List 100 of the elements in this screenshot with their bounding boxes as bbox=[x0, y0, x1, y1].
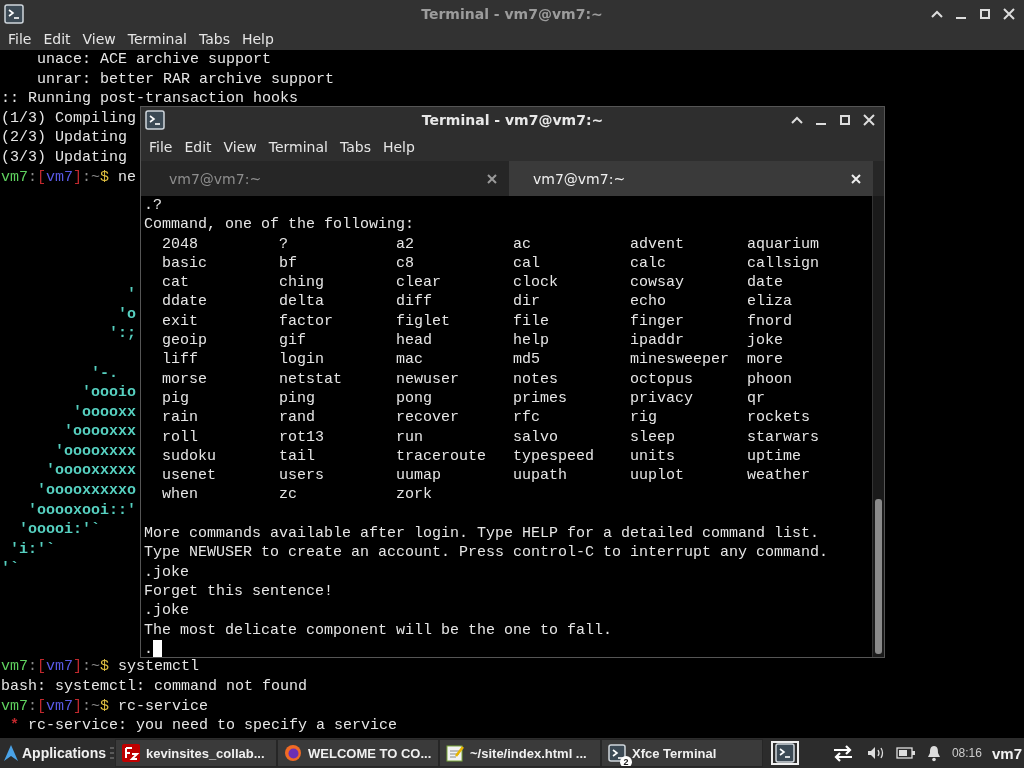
menu-item[interactable]: Help bbox=[237, 31, 279, 47]
close-icon[interactable] bbox=[487, 173, 497, 184]
command-name: basic bbox=[162, 253, 208, 274]
ascii-art-line: 'ooooxxxxx bbox=[45, 461, 137, 482]
command-name: recover bbox=[396, 408, 460, 428]
terminal-line: bash: systemctl: command not found bbox=[1, 677, 308, 697]
terminal-icon bbox=[4, 4, 24, 24]
terminal-line: unrar: better RAR archive support bbox=[36, 69, 335, 90]
command-name: liff bbox=[162, 350, 199, 370]
command-name: rfc bbox=[513, 408, 541, 428]
terminal-input[interactable]: . bbox=[144, 639, 153, 657]
bell-icon[interactable] bbox=[925, 744, 942, 762]
command-name: clock bbox=[513, 273, 559, 293]
command-name: factor bbox=[279, 311, 334, 332]
command-name: typespeed bbox=[513, 446, 595, 467]
command-name: aquarium bbox=[747, 234, 820, 254]
ascii-art-line: 'i:'` bbox=[9, 539, 55, 560]
command-name: callsign bbox=[747, 253, 820, 274]
command-name: phoon bbox=[747, 369, 793, 389]
command-name: ping bbox=[279, 388, 316, 409]
count-badge: 2 bbox=[620, 756, 632, 766]
menu-item[interactable]: Edit bbox=[180, 139, 217, 155]
command-name: rockets bbox=[747, 408, 811, 428]
command-name: run bbox=[396, 427, 424, 447]
ascii-art-line: '` bbox=[1, 559, 19, 580]
menu-item[interactable]: File bbox=[145, 139, 178, 155]
ascii-art-line: 'oooio bbox=[81, 383, 137, 403]
ascii-art-line: 'o bbox=[117, 304, 137, 325]
terminal-line: :: Running post-transaction hooks bbox=[1, 89, 299, 109]
maximize-icon[interactable] bbox=[978, 7, 992, 21]
menu-item[interactable]: Edit bbox=[39, 31, 76, 47]
terminal-line: .joke bbox=[144, 601, 189, 621]
command-name: help bbox=[513, 331, 550, 351]
command-name: more bbox=[747, 350, 784, 370]
menu-item[interactable]: Terminal bbox=[264, 139, 333, 155]
command-name: file bbox=[513, 311, 550, 332]
command-name: newuser bbox=[396, 369, 460, 389]
terminal-line: unace: ACE archive support bbox=[36, 50, 272, 70]
menu-item[interactable]: Tabs bbox=[335, 139, 376, 155]
taskbar-button[interactable]: kevinsites_collab... bbox=[115, 739, 277, 767]
volume-icon[interactable] bbox=[865, 745, 886, 761]
user-name[interactable]: vm7 bbox=[991, 744, 1022, 762]
command-name: geoip bbox=[162, 331, 208, 351]
command-name: qr bbox=[747, 388, 766, 409]
command-name: cal bbox=[513, 253, 541, 274]
command-name: netstat bbox=[279, 369, 343, 389]
command-name: zc bbox=[279, 485, 298, 505]
menu-item[interactable]: Tabs bbox=[194, 31, 235, 47]
battery-icon[interactable] bbox=[895, 746, 916, 760]
command-name: gif bbox=[279, 331, 307, 351]
mouse-logo-icon bbox=[3, 744, 19, 762]
command-name: head bbox=[396, 331, 433, 351]
taskbar-button[interactable]: 2 Xfce Terminal bbox=[601, 739, 763, 767]
command-name: salvo bbox=[513, 427, 559, 447]
command-name: ddate bbox=[162, 292, 208, 312]
clock[interactable]: 08:16 bbox=[951, 746, 982, 760]
command-name: sudoku bbox=[162, 446, 217, 467]
terminal-line: Type NEWUSER to create an account. Press control-C to interrupt any command. bbox=[144, 543, 829, 563]
command-name: delta bbox=[279, 292, 325, 312]
command-name: roll bbox=[162, 427, 199, 447]
terminal-line: .joke bbox=[144, 562, 189, 582]
workspace-button[interactable] bbox=[771, 741, 799, 765]
command-name: when bbox=[162, 485, 199, 505]
command-name: tail bbox=[279, 446, 316, 467]
notepad-icon bbox=[446, 744, 464, 762]
command-name: clear bbox=[396, 273, 442, 293]
menu-item[interactable]: Help bbox=[378, 139, 420, 155]
menu-item[interactable]: View bbox=[219, 139, 262, 155]
command-name: ipaddr bbox=[630, 331, 685, 351]
applications-menu[interactable]: Applications bbox=[0, 739, 109, 767]
terminal-tab[interactable]: vm7@vm7:~ bbox=[509, 161, 873, 196]
command-name: traceroute bbox=[396, 446, 487, 467]
command-name: exit bbox=[162, 311, 199, 332]
cursor-block bbox=[153, 640, 162, 657]
command-name: zork bbox=[396, 485, 433, 505]
command-name: ching bbox=[279, 273, 325, 293]
taskbar-button[interactable]: ~/site/index.html ... bbox=[439, 739, 601, 767]
command-name: mac bbox=[396, 350, 424, 370]
terminal-line: .? bbox=[144, 196, 162, 216]
command-name: ac bbox=[513, 234, 532, 254]
command-name: pong bbox=[396, 388, 433, 409]
taskbar-button[interactable]: WELCOME TO CO... bbox=[277, 739, 439, 767]
menu-item[interactable]: File bbox=[4, 31, 37, 47]
command-name: weather bbox=[747, 466, 811, 486]
handle-icon[interactable] bbox=[109, 744, 115, 762]
terminal-line: Forget this sentence! bbox=[144, 581, 334, 602]
command-name: diff bbox=[396, 292, 433, 312]
maximize-icon[interactable] bbox=[838, 113, 852, 127]
terminal-line: (1/3) Compiling bbox=[1, 108, 137, 129]
ascii-art-line: 'ooooxxxxxo bbox=[36, 481, 137, 501]
menu-item[interactable]: View bbox=[78, 31, 121, 47]
command-name: users bbox=[279, 466, 325, 486]
command-name: cat bbox=[162, 273, 190, 293]
scrollbar[interactable] bbox=[872, 196, 884, 657]
command-name: uptime bbox=[747, 446, 802, 467]
prompt-line: vm7:[vm7]:~$ ne bbox=[1, 167, 137, 188]
command-name: octopus bbox=[630, 369, 694, 389]
menu-item[interactable]: Terminal bbox=[123, 31, 192, 47]
command-name: cowsay bbox=[630, 273, 685, 293]
command-name: usenet bbox=[162, 466, 217, 486]
